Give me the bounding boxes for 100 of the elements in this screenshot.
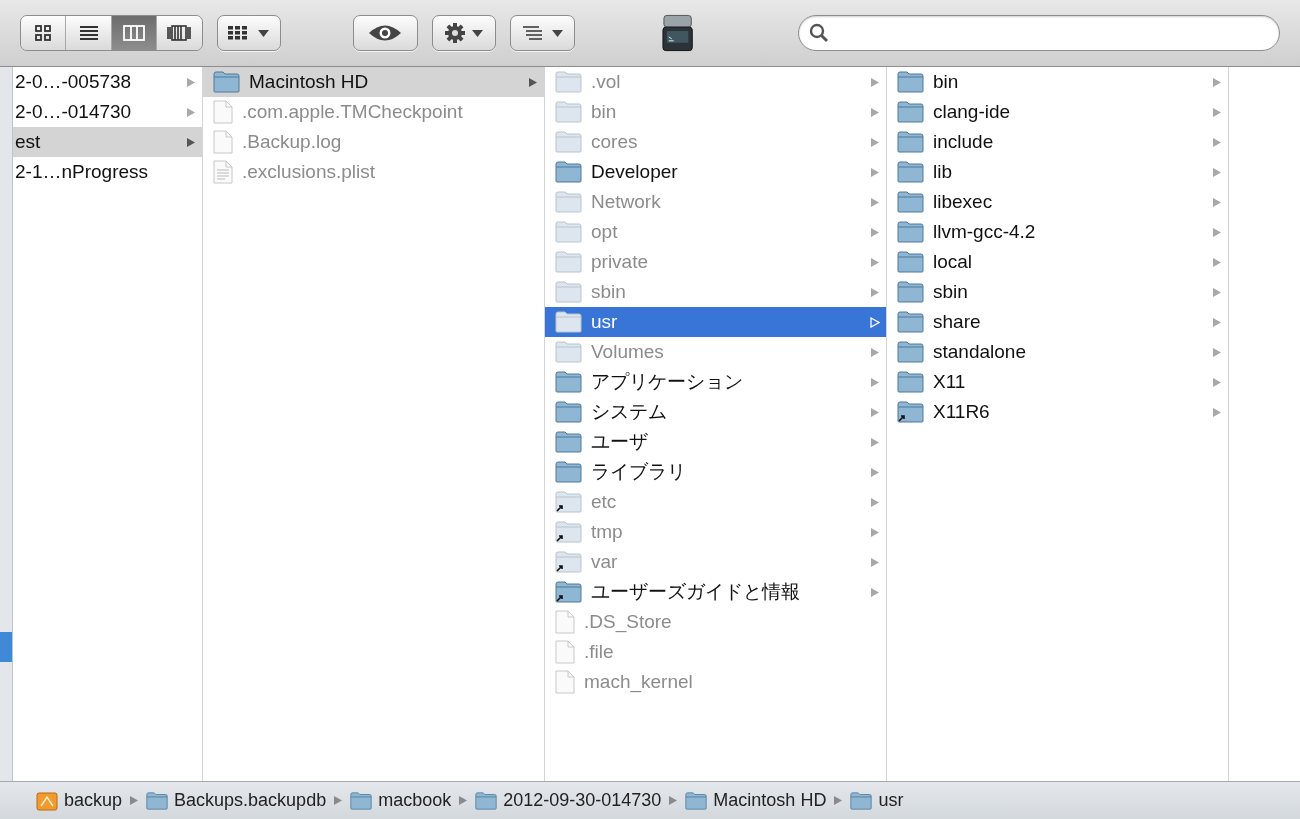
folder-icon (897, 341, 924, 363)
quick-look-button[interactable] (353, 15, 418, 51)
file-name: standalone (933, 339, 1027, 364)
file-name: X11 (933, 369, 967, 394)
file-row[interactable]: Macintosh HD (203, 67, 544, 97)
path-item[interactable]: backup (36, 787, 123, 814)
file-name: 2-1…nProgress (15, 159, 150, 184)
drive-icon (36, 789, 58, 812)
disclosure-arrow-icon (129, 795, 140, 806)
file-row[interactable]: 2-1…nProgress (13, 157, 202, 187)
list-options-button[interactable] (510, 15, 575, 51)
file-row[interactable]: standalone (887, 337, 1228, 367)
file-name: X11R6 (933, 399, 991, 424)
action-button[interactable] (431, 15, 497, 51)
icon-view-icon (33, 24, 54, 42)
file-name: local (933, 249, 974, 274)
time-machine-drive-icon (660, 13, 694, 53)
file-name: Network (591, 189, 662, 214)
file-name: bin (591, 99, 618, 124)
folder-icon (475, 791, 498, 810)
file-row[interactable]: ユーザーズガイドと情報 (545, 577, 886, 607)
file-name: mach_kernel (584, 669, 694, 695)
folder-icon (897, 101, 924, 123)
file-row[interactable]: bin (887, 67, 1228, 97)
path-item[interactable]: Backups.backupdb (146, 787, 327, 814)
path-item-label: Backups.backupdb (174, 789, 327, 812)
path-item-label: 2012-09-30-014730 (503, 789, 662, 812)
file-row[interactable]: ライブラリ (545, 457, 886, 487)
folder-icon (897, 281, 924, 303)
scroll-marker (0, 632, 12, 662)
folder-icon (897, 131, 924, 153)
disclosure-arrow-icon (458, 795, 469, 806)
folder-icon (555, 341, 582, 363)
path-item[interactable]: Macintosh HD (685, 787, 827, 814)
file-row[interactable]: Developer (545, 157, 886, 187)
file-name: Macintosh HD (249, 69, 370, 94)
indented-list-icon (522, 25, 544, 41)
view-mode-button[interactable] (156, 16, 202, 50)
folder-icon (555, 371, 582, 393)
folder-alias-icon (555, 581, 582, 603)
folder-icon (897, 161, 924, 183)
file-icon (555, 640, 575, 664)
folder-icon (555, 251, 582, 273)
folder-icon (555, 131, 582, 153)
file-name: sbin (933, 279, 969, 304)
file-name: clang-ide (933, 99, 1012, 124)
file-name: Volumes (591, 339, 665, 364)
search-field[interactable] (797, 15, 1280, 51)
folder-icon (555, 281, 582, 303)
cover-flow-icon (166, 24, 193, 42)
file-name: usr (591, 309, 619, 334)
view-mode-button[interactable] (21, 16, 66, 50)
folder-icon (897, 311, 924, 333)
dropdown-caret-icon (258, 29, 270, 37)
folder-icon (897, 191, 924, 213)
file-row[interactable]: libexec (887, 187, 1228, 217)
file-name: est (15, 129, 42, 154)
dropdown-caret-icon (472, 29, 484, 37)
file-name: tmp (591, 519, 624, 544)
file-name: opt (591, 219, 619, 244)
file-row[interactable]: 2-0…-005738 (13, 67, 202, 97)
folder-alias-icon (555, 491, 582, 513)
file-row[interactable]: clang-ide (887, 97, 1228, 127)
file-row[interactable]: アプリケーション (545, 367, 886, 397)
file-row[interactable]: X11R6 (887, 397, 1228, 427)
file-row[interactable]: システム (545, 397, 886, 427)
path-item[interactable]: usr (850, 787, 904, 814)
file-name: 2-0…-014730 (15, 99, 133, 124)
arrange-button[interactable] (216, 15, 282, 51)
folder-alias-icon (555, 521, 582, 543)
file-name: private (591, 249, 650, 274)
view-mode-button[interactable] (65, 16, 111, 50)
file-row[interactable]: local (887, 247, 1228, 277)
file-row[interactable]: sbin (887, 277, 1228, 307)
settings-icon (444, 22, 467, 44)
column-view-icon (122, 24, 147, 42)
file-row[interactable]: lib (887, 157, 1228, 187)
eye-icon (368, 24, 403, 42)
file-name: .Backup.log (242, 129, 343, 154)
folder-icon (555, 311, 582, 333)
path-item-label: backup (64, 789, 123, 812)
file-icon (555, 610, 575, 634)
file-row[interactable]: share (887, 307, 1228, 337)
folder-icon (213, 71, 240, 93)
path-item[interactable]: 2012-09-30-014730 (475, 787, 662, 814)
file-row[interactable]: est (13, 127, 202, 157)
path-item[interactable]: macbook (350, 787, 452, 814)
file-row[interactable]: X11 (887, 367, 1228, 397)
folder-icon (555, 101, 582, 123)
file-row[interactable]: include (887, 127, 1228, 157)
file-row[interactable]: usr (545, 307, 886, 337)
folder-icon (897, 251, 924, 273)
file-name: アプリケーション (591, 369, 744, 394)
file-row[interactable]: 2-0…-014730 (13, 97, 202, 127)
file-name: libexec (933, 189, 994, 214)
list-view-icon (77, 24, 100, 42)
file-row[interactable]: ユーザ (545, 427, 886, 457)
file-name: share (933, 309, 982, 334)
folder-icon (555, 401, 582, 423)
file-row[interactable]: llvm-gcc-4.2 (887, 217, 1228, 247)
